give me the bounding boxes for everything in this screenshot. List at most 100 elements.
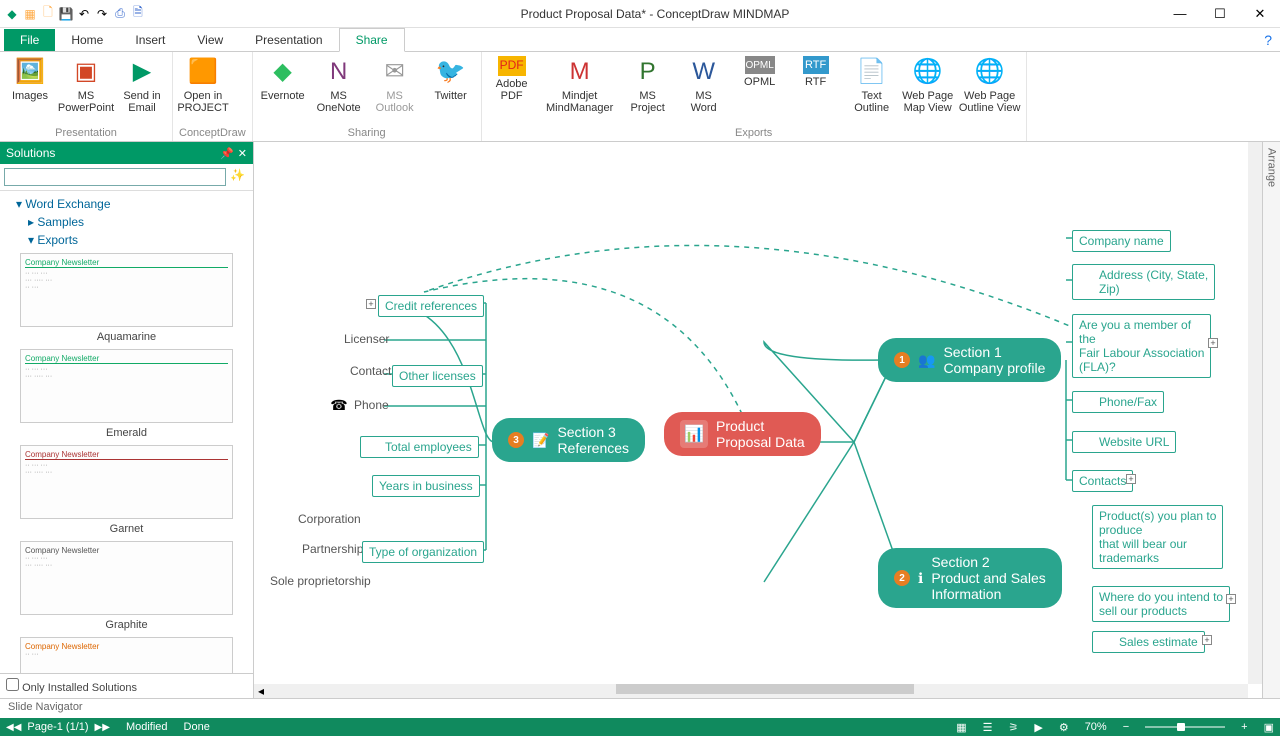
badge-2-icon: 2 (894, 570, 910, 586)
ms-word-button[interactable]: WMS Word (680, 56, 728, 114)
expander-contacts[interactable]: + (1126, 474, 1136, 484)
leaf-company-name[interactable]: Company name (1072, 230, 1171, 252)
vertical-scrollbar[interactable] (1248, 142, 1262, 684)
only-installed-checkbox[interactable] (6, 678, 19, 691)
qat-preview-icon[interactable]: 🗎 (130, 6, 146, 22)
mindjet-button[interactable]: MMindjet MindManager (544, 56, 616, 114)
leaf-other-licenses[interactable]: Other licenses (392, 365, 483, 387)
adobe-pdf-button[interactable]: PDFAdobe PDF (488, 56, 536, 102)
tree-word-exchange[interactable]: ▾ Word Exchange (0, 195, 253, 213)
leaf-type-org[interactable]: Type of organization (362, 541, 484, 563)
zoom-out-icon[interactable]: − (1123, 721, 1129, 733)
label-aquamarine: Aquamarine (20, 331, 233, 343)
open-project-button[interactable]: 🟧Open in PROJECT (179, 56, 227, 114)
help-icon[interactable]: ? (1264, 32, 1272, 48)
outlook-button[interactable]: ✉MS Outlook (371, 56, 419, 114)
phone-icon: ☎ (330, 396, 348, 414)
thumb-graphite[interactable]: Company Newsletter·· ··· ······ ···· ··· (20, 541, 233, 615)
app-icon: ◆ (4, 6, 20, 22)
leaf-products[interactable]: Product(s) you plan to produce that will… (1092, 505, 1223, 569)
group-exports-label: Exports (488, 127, 1020, 139)
expander-credit[interactable]: + (366, 299, 376, 309)
text-outline-button[interactable]: 📄Text Outline (848, 56, 896, 114)
expander-fla[interactable]: + (1208, 338, 1218, 348)
group-conceptdraw-label: ConceptDraw (179, 127, 246, 139)
expander-sales[interactable]: + (1202, 635, 1212, 645)
section2-node[interactable]: 2 ℹ Section 2 Product and Sales Informat… (878, 548, 1062, 608)
onenote-button[interactable]: NMS OneNote (315, 56, 363, 114)
twitter-button[interactable]: 🐦Twitter (427, 56, 475, 102)
zoom-slider[interactable] (1145, 726, 1225, 728)
leaf-sales[interactable]: Sales estimate (1092, 631, 1205, 653)
outlineview-icon: 🌐 (974, 56, 1006, 88)
qat-new-icon[interactable]: ▦ (22, 6, 38, 22)
leaf-address[interactable]: Address (City, State, Zip) (1072, 264, 1215, 300)
opml-button[interactable]: OPMLOPML (736, 56, 784, 88)
tab-presentation[interactable]: Presentation (239, 29, 338, 51)
leaf-fla[interactable]: Are you a member of the Fair Labour Asso… (1072, 314, 1211, 378)
tab-home[interactable]: Home (55, 29, 119, 51)
zoom-in-icon[interactable]: + (1241, 721, 1247, 733)
label-partnership: Partnership (302, 542, 363, 556)
minimize-button[interactable]: — (1160, 0, 1200, 28)
label-licenser: Licenser (344, 332, 389, 346)
project-icon: 🟧 (187, 56, 219, 88)
rtf-button[interactable]: RTFRTF (792, 56, 840, 88)
leaf-credit-references[interactable]: Credit references (378, 295, 484, 317)
horizontal-scrollbar[interactable]: ◂ (254, 684, 1248, 698)
people-icon: 👥 (918, 352, 935, 369)
prev-page-icon[interactable]: ◀◀ (6, 722, 21, 733)
maximize-button[interactable]: ☐ (1200, 0, 1240, 28)
qat-save-icon[interactable]: 💾 (58, 6, 74, 22)
close-button[interactable]: ✕ (1240, 0, 1280, 28)
label-corporation: Corporation (298, 512, 361, 526)
mindmap-canvas[interactable]: 📊 Product Proposal Data 3 📝 Section 3 Re… (254, 142, 1262, 698)
tab-insert[interactable]: Insert (119, 29, 181, 51)
next-page-icon[interactable]: ▶▶ (95, 722, 110, 733)
search-wand-icon[interactable]: ✨ (226, 168, 249, 186)
send-email-button[interactable]: ▶Send in Email (118, 56, 166, 114)
tree-exports[interactable]: ▾ Exports (0, 231, 253, 249)
leaf-contacts[interactable]: Contacts (1072, 470, 1133, 492)
qat-undo-icon[interactable]: ↶ (76, 6, 92, 22)
section3-node[interactable]: 3 📝 Section 3 References (492, 418, 645, 462)
arrange-panel-label[interactable]: Arrange (1266, 142, 1278, 187)
slide-navigator-label[interactable]: Slide Navigator (0, 698, 1280, 718)
tree-samples[interactable]: ▸ Samples (0, 213, 253, 231)
ms-project-button[interactable]: PMS Project (624, 56, 672, 114)
close-panel-icon[interactable]: ✕ (238, 147, 247, 160)
expander-where[interactable]: + (1226, 594, 1236, 604)
solutions-title: Solutions (6, 146, 55, 160)
group-presentation-label: Presentation (6, 127, 166, 139)
center-node[interactable]: 📊 Product Proposal Data (664, 412, 821, 456)
outlook-icon: ✉ (379, 56, 411, 88)
section1-node[interactable]: 1 👥 Section 1 Company profile (878, 338, 1061, 382)
email-icon: ▶ (126, 56, 158, 88)
qat-redo-icon[interactable]: ↷ (94, 6, 110, 22)
evernote-button[interactable]: ◆Evernote (259, 56, 307, 102)
pin-icon[interactable]: 📌 (220, 147, 234, 160)
solutions-search-input[interactable] (4, 168, 226, 186)
ms-powerpoint-button[interactable]: ▣MS PowerPoint (62, 56, 110, 114)
leaf-website[interactable]: Website URL (1072, 431, 1176, 453)
webpage-mapview-button[interactable]: 🌐Web Page Map View (904, 56, 952, 114)
images-button[interactable]: 🖼️Images (6, 56, 54, 102)
thumb-aquamarine[interactable]: Company Newsletter·· ··· ······ ···· ···… (20, 253, 233, 327)
qat-print-icon[interactable]: ⎙ (112, 6, 128, 22)
info-icon: ℹ (918, 570, 923, 587)
thumb-extra[interactable]: Company Newsletter·· ··· (20, 637, 233, 673)
leaf-where[interactable]: Where do you intend to sell our products (1092, 586, 1230, 622)
label-graphite: Graphite (20, 619, 233, 631)
thumb-garnet[interactable]: Company Newsletter·· ··· ······ ···· ··· (20, 445, 233, 519)
webpage-outlineview-button[interactable]: 🌐Web Page Outline View (960, 56, 1020, 114)
mapview-icon: 🌐 (912, 56, 944, 88)
label-contact: Contact (350, 364, 391, 378)
qat-open-icon[interactable]: 🗋 (40, 6, 56, 22)
tab-share[interactable]: Share (339, 28, 405, 52)
tab-view[interactable]: View (181, 29, 239, 51)
tab-file[interactable]: File (4, 29, 55, 51)
leaf-phonefax[interactable]: Phone/Fax (1072, 391, 1164, 413)
leaf-total-employees[interactable]: Total employees (360, 436, 479, 458)
leaf-years-business[interactable]: Years in business (372, 475, 480, 497)
thumb-emerald[interactable]: Company Newsletter·· ··· ······ ···· ··· (20, 349, 233, 423)
